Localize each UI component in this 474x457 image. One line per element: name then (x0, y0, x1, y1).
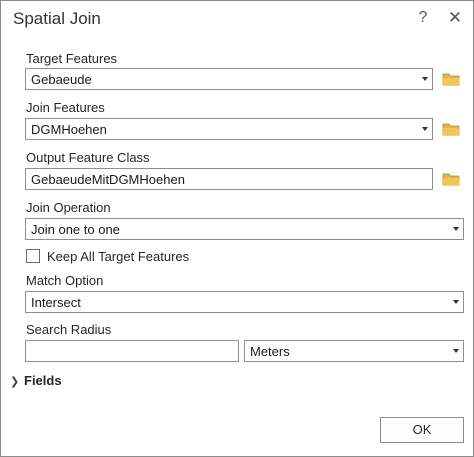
join-features-value: DGMHoehen (31, 122, 107, 137)
fields-label: Fields (24, 373, 62, 388)
folder-icon[interactable] (442, 171, 461, 187)
chevron-down-icon (453, 300, 459, 304)
join-operation-dropdown[interactable]: Join one to one (25, 218, 464, 240)
chevron-down-icon (453, 227, 459, 231)
chevron-down-icon (453, 349, 459, 353)
chevron-down-icon (422, 127, 428, 131)
title-bar: Spatial Join ? ✕ (1, 1, 473, 39)
join-operation-label: Join Operation (26, 200, 111, 215)
match-option-dropdown[interactable]: Intersect (25, 291, 464, 313)
search-radius-input[interactable] (25, 340, 239, 362)
keep-all-target-features-label: Keep All Target Features (47, 249, 190, 264)
match-option-value: Intersect (31, 295, 81, 310)
fields-expander[interactable]: ❯ Fields (10, 373, 62, 388)
match-option-label: Match Option (26, 273, 104, 288)
folder-icon[interactable] (442, 71, 461, 87)
chevron-down-icon (422, 77, 428, 81)
dialog-title: Spatial Join (13, 9, 101, 28)
output-feature-class-value: GebaeudeMitDGMHoehen (31, 172, 185, 187)
help-icon[interactable]: ? (415, 9, 431, 27)
join-operation-value: Join one to one (31, 222, 120, 237)
target-features-value: Gebaeude (31, 72, 92, 87)
keep-all-target-features-checkbox[interactable] (26, 249, 40, 263)
chevron-right-icon: ❯ (10, 376, 20, 388)
target-features-label: Target Features (26, 51, 118, 66)
output-feature-class-label: Output Feature Class (26, 150, 150, 165)
search-radius-label: Search Radius (26, 322, 112, 337)
search-radius-unit-value: Meters (250, 344, 290, 359)
target-features-dropdown[interactable]: Gebaeude (25, 68, 433, 90)
join-features-label: Join Features (26, 100, 105, 115)
close-icon[interactable]: ✕ (447, 8, 463, 28)
output-feature-class-input[interactable]: GebaeudeMitDGMHoehen (25, 168, 433, 190)
join-features-dropdown[interactable]: DGMHoehen (25, 118, 433, 140)
search-radius-unit-dropdown[interactable]: Meters (244, 340, 464, 362)
spatial-join-dialog: Spatial Join ? ✕ Target Features Gebaeud… (0, 0, 474, 457)
ok-button[interactable]: OK (380, 417, 464, 443)
folder-icon[interactable] (442, 121, 461, 137)
